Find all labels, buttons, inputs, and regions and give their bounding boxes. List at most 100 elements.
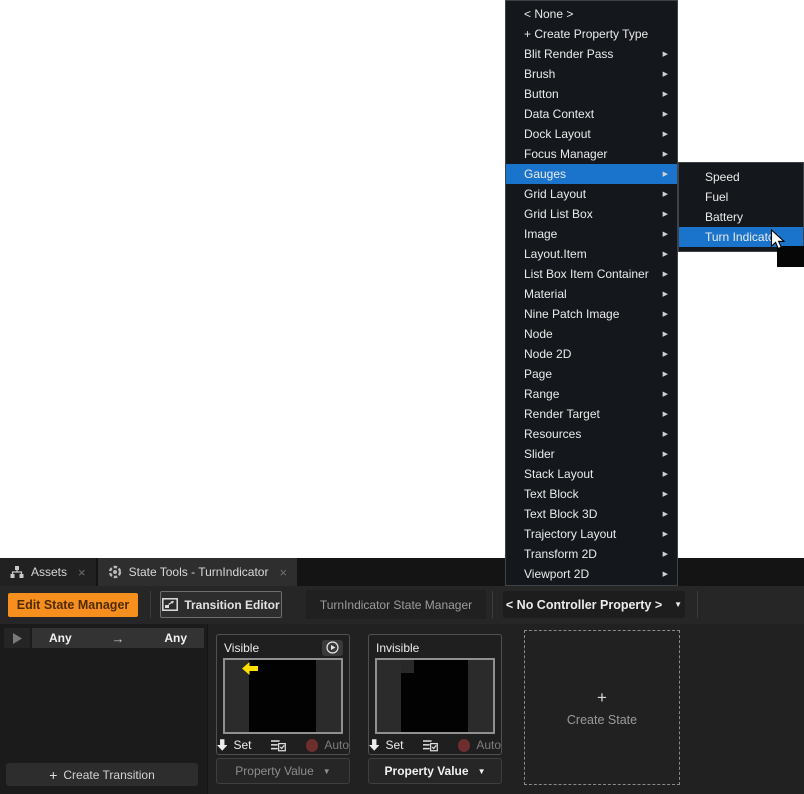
state-actions-row: Set Auto [369,735,501,755]
menu-item[interactable]: Grid List Box ▶ [506,204,677,224]
menu-item-label: Render Target [524,407,600,421]
submenu-arrow-icon: ▶ [663,550,668,558]
menu-item-label: Dock Layout [524,127,591,141]
menu-item[interactable]: Dock Layout ▶ [506,124,677,144]
transition-editor-button[interactable]: Transition Editor [160,591,282,618]
menu-item[interactable]: Node ▶ [506,324,677,344]
submenu-item[interactable]: Battery [679,207,803,227]
property-list-icon[interactable] [423,739,438,752]
arrow-down-icon[interactable] [369,739,379,751]
menu-item[interactable]: Render Target ▶ [506,404,677,424]
menu-item-label: Button [524,87,559,101]
menu-item-label: Layout.Item [524,247,587,261]
menu-item-label: Gauges [524,167,566,181]
state-card-invisible[interactable]: Invisible Set [368,634,502,755]
submenu-item[interactable]: Fuel [679,187,803,207]
state-manager-content: Any → Any + Create Transition Visible [0,624,804,794]
tab-label: Assets [31,565,67,579]
menu-item[interactable]: Range ▶ [506,384,677,404]
preview-state-button[interactable] [322,640,343,656]
edit-state-manager-button[interactable]: Edit State Manager [8,593,138,617]
toolbar-separator [697,591,698,618]
controller-property-value: < No Controller Property > [506,598,662,612]
tab-assets[interactable]: Assets × [0,558,96,586]
submenu-arrow-icon: ▶ [663,390,668,398]
close-icon[interactable]: × [279,566,287,579]
submenu-arrow-icon: ▶ [663,50,668,58]
menu-item-label: + Create Property Type [524,27,648,41]
state-tools-toolbar: Edit State Manager Transition Editor Tur… [0,586,804,624]
state-tools-panel: Assets × State Tools - TurnIndicator × E… [0,558,804,794]
menu-item[interactable]: Trajectory Layout ▶ [506,524,677,544]
menu-item[interactable]: Layout.Item ▶ [506,244,677,264]
state-name: Invisible [376,641,419,655]
menu-item[interactable]: Image ▶ [506,224,677,244]
menu-item[interactable]: Stack Layout ▶ [506,464,677,484]
state-preview-thumbnail [223,658,343,734]
menu-item[interactable]: Nine Patch Image ▶ [506,304,677,324]
menu-item[interactable]: Page ▶ [506,364,677,384]
menu-item[interactable]: Resources ▶ [506,424,677,444]
auto-label: Auto [476,738,501,752]
menu-item-label: Image [524,227,557,241]
submenu-arrow-icon: ▶ [663,210,668,218]
submenu-arrow-icon: ▶ [663,250,668,258]
menu-item[interactable]: Brush ▶ [506,64,677,84]
play-transition-button[interactable] [4,628,30,648]
record-auto-icon[interactable] [306,739,318,752]
set-button[interactable]: Set [233,738,251,752]
menu-item-label: Slider [524,447,555,461]
menu-item[interactable]: Material ▶ [506,284,677,304]
create-transition-button[interactable]: + Create Transition [6,763,198,786]
tab-state-tools[interactable]: State Tools - TurnIndicator × [98,558,297,586]
create-state-button[interactable]: + Create State [524,630,680,785]
submenu-item[interactable]: Speed [679,167,803,187]
menu-item[interactable]: Transform 2D ▶ [506,544,677,564]
submenu-arrow-icon: ▶ [663,350,668,358]
menu-item-label: Blit Render Pass [524,47,613,61]
menu-item-label: Range [524,387,559,401]
state-actions-row: Set Auto [217,735,349,755]
controller-property-dropdown[interactable]: < No Controller Property > ▼ [503,591,685,618]
tab-bar: Assets × State Tools - TurnIndicator × [0,558,804,586]
menu-item[interactable]: Viewport 2D ▶ [506,564,677,584]
property-value-dropdown-invisible[interactable]: Property Value ▼ [368,758,502,784]
property-list-icon[interactable] [271,739,286,752]
property-value-dropdown-visible[interactable]: Property Value ▼ [216,758,350,784]
menu-item[interactable]: Grid Layout ▶ [506,184,677,204]
menu-item[interactable]: Node 2D ▶ [506,344,677,364]
menu-item-label: Node [524,327,553,341]
property-value-label: Property Value [235,764,314,778]
menu-item[interactable]: Gauges ▶ [506,164,677,184]
menu-item[interactable]: Focus Manager ▶ [506,144,677,164]
submenu-arrow-icon: ▶ [663,170,668,178]
state-card-header: Invisible [369,635,501,657]
menu-item[interactable]: Text Block ▶ [506,484,677,504]
record-auto-icon[interactable] [458,739,470,752]
play-icon [13,633,22,644]
menu-item[interactable]: + Create Property Type [506,24,677,44]
menu-item[interactable]: Blit Render Pass ▶ [506,44,677,64]
state-card-visible[interactable]: Visible Set [216,634,350,755]
menu-item-label: Data Context [524,107,594,121]
menu-item-label: Nine Patch Image [524,307,619,321]
set-button[interactable]: Set [385,738,403,752]
menu-item[interactable]: Slider ▶ [506,444,677,464]
arrow-down-icon[interactable] [217,739,227,751]
transition-row[interactable]: Any → Any [32,628,204,648]
menu-item[interactable]: < None > [506,4,677,24]
menu-item-label: Transform 2D [524,547,597,561]
preview-viewport [249,660,316,732]
menu-item[interactable]: Text Block 3D ▶ [506,504,677,524]
menu-item[interactable]: Button ▶ [506,84,677,104]
menu-item[interactable]: Data Context ▶ [506,104,677,124]
chevron-down-icon: ▼ [478,767,486,776]
close-icon[interactable]: × [78,566,86,579]
transitions-panel: Any → Any + Create Transition [0,624,208,794]
submenu-arrow-icon: ▶ [663,190,668,198]
menu-item[interactable]: List Box Item Container ▶ [506,264,677,284]
submenu-arrow-icon: ▶ [663,130,668,138]
submenu-arrow-icon: ▶ [663,290,668,298]
menu-item-label: Grid Layout [524,187,586,201]
tab-label: State Tools - TurnIndicator [129,565,269,579]
